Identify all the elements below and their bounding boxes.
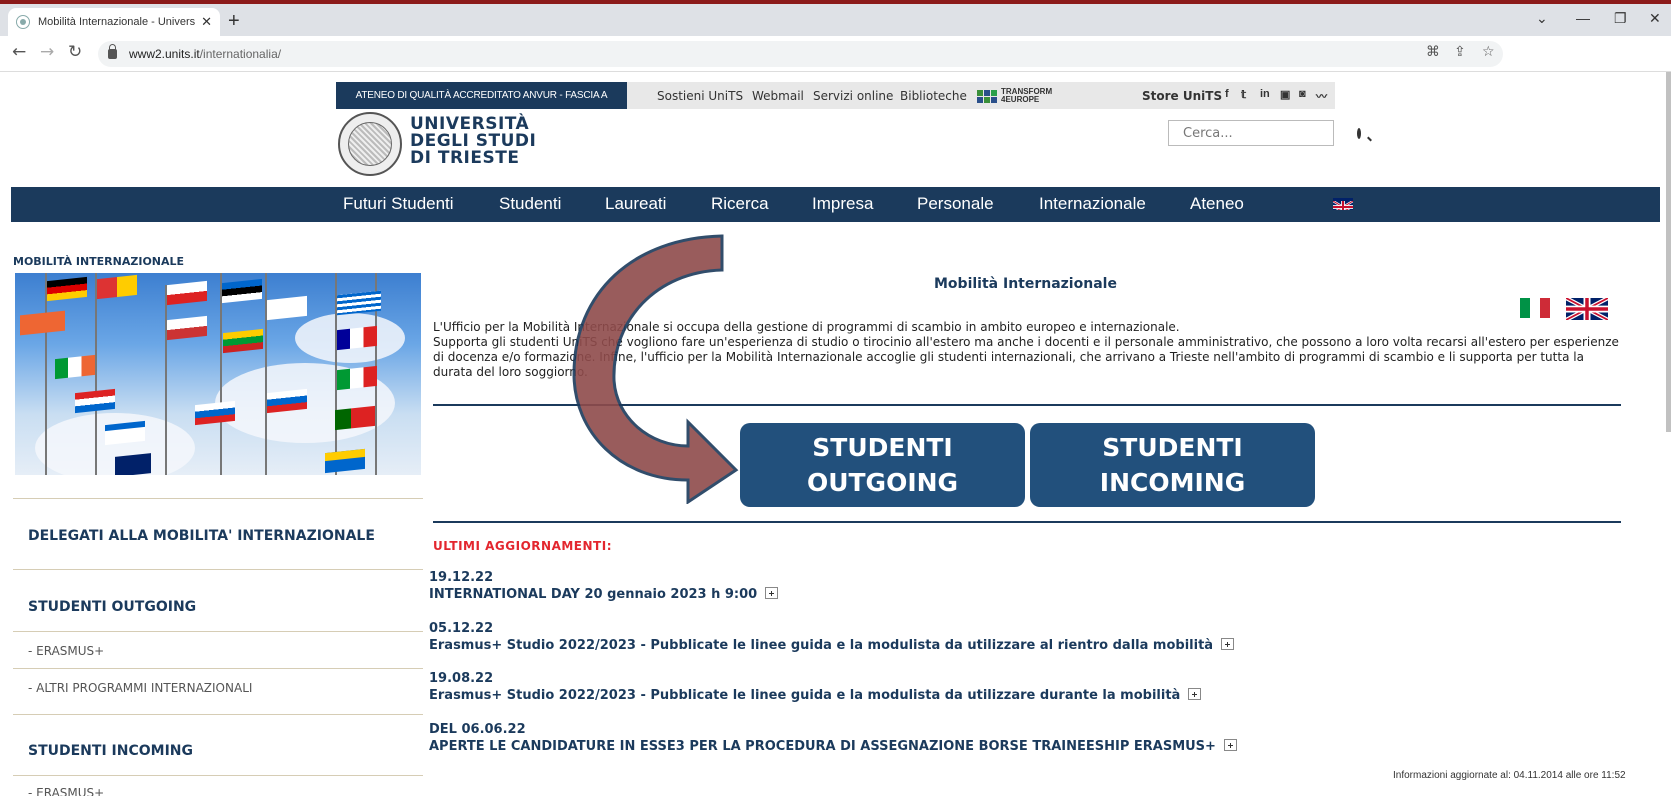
nav-personale[interactable]: Personale — [917, 194, 994, 214]
rss-icon[interactable]: 〰 — [1316, 88, 1327, 104]
back-icon[interactable]: ← — [12, 42, 26, 62]
address-bar-row: ← → ↻ www2.units.it/internationalia/ ⌘ ⇪… — [0, 36, 1671, 72]
linkedin-icon[interactable]: in — [1260, 88, 1270, 100]
sidebar-incoming-erasmus[interactable]: - ERASMUS+ — [28, 786, 104, 796]
expand-plus-icon[interactable] — [1188, 688, 1202, 700]
transform4europe-squares-icon — [977, 89, 997, 103]
share-icon[interactable]: ⇪ — [1454, 44, 1466, 60]
news-date: 05.12.22 — [429, 621, 494, 636]
news-item[interactable]: INTERNATIONAL DAY 20 gennaio 2023 h 9:00 — [429, 587, 779, 602]
search-box[interactable] — [1168, 120, 1361, 146]
youtube-icon[interactable]: ▣ — [1280, 88, 1290, 101]
news-item[interactable]: Erasmus+ Studio 2022/2023 - Pubblicate l… — [429, 688, 1202, 703]
anvur-badge[interactable]: ATENEO DI QUALITÀ ACCREDITATO ANVUR - FA… — [336, 82, 627, 109]
news-date: 19.12.22 — [429, 570, 494, 585]
content-divider — [433, 521, 1621, 523]
close-window-icon[interactable]: ✕ — [1649, 10, 1661, 27]
facebook-icon[interactable]: f — [1225, 88, 1229, 100]
sidebar-divider — [13, 775, 423, 776]
main-navigation: Futuri Studenti Studenti Laureati Ricerc… — [11, 187, 1660, 222]
sidebar-divider — [13, 714, 423, 715]
restore-icon[interactable]: ❐ — [1614, 10, 1627, 27]
curved-arrow-icon — [572, 234, 739, 504]
english-flag-icon[interactable] — [1566, 298, 1608, 320]
news-date: 19.08.22 — [429, 671, 494, 686]
studenti-incoming-button[interactable]: STUDENTI INCOMING — [1030, 423, 1315, 507]
expand-plus-icon[interactable] — [1223, 739, 1237, 751]
tab-search-chevron-icon[interactable]: ⌄ — [1536, 10, 1548, 27]
last-updated-info: Informazioni aggiornate al: 04.11.2014 a… — [1393, 770, 1626, 781]
transform4europe-logo[interactable]: TRANSFORM 4EUROPE — [977, 88, 1052, 104]
nav-ricerca[interactable]: Ricerca — [711, 194, 769, 214]
university-name[interactable]: UNIVERSITÀ DEGLI STUDI DI TRIESTE — [410, 116, 536, 167]
updates-heading: ULTIMI AGGIORNAMENTI: — [433, 539, 612, 553]
expand-plus-icon[interactable] — [765, 587, 779, 599]
uk-flag-icon[interactable] — [1333, 198, 1353, 210]
page-scrollbar[interactable] — [1666, 72, 1671, 432]
sidebar-outgoing-erasmus[interactable]: - ERASMUS+ — [28, 644, 104, 658]
news-item[interactable]: APERTE LE CANDIDATURE IN ESSE3 PER LA PR… — [429, 739, 1237, 754]
close-tab-icon[interactable]: ✕ — [201, 15, 212, 30]
transform-line2: 4EUROPE — [1001, 95, 1040, 104]
address-bar[interactable]: www2.units.it/internationalia/ — [98, 41, 1503, 67]
sidebar-divider — [13, 668, 423, 669]
search-icon[interactable] — [1357, 127, 1361, 139]
tab-bar: Mobilità Internazionale - Univers ✕ + ⌄ … — [0, 4, 1671, 36]
expand-plus-icon[interactable] — [1221, 638, 1235, 650]
link-webmail[interactable]: Webmail — [752, 89, 804, 103]
sidebar-divider — [13, 569, 423, 570]
sidebar-divider — [13, 498, 423, 499]
sidebar-outgoing-altri[interactable]: - ALTRI PROGRAMMI INTERNAZIONALI — [28, 681, 252, 695]
bookmark-star-icon[interactable]: ☆ — [1482, 44, 1495, 60]
utility-bar: ATENEO DI QUALITÀ ACCREDITATO ANVUR - FA… — [336, 82, 1335, 109]
nav-internazionale[interactable]: Internazionale — [1039, 194, 1146, 214]
twitter-icon[interactable]: 𝕥 — [1241, 88, 1246, 101]
eu-flags-image — [15, 273, 421, 475]
studenti-outgoing-button[interactable]: STUDENTI OUTGOING — [740, 423, 1025, 507]
nav-ateneo[interactable]: Ateneo — [1190, 194, 1244, 214]
translate-icon[interactable]: ⌘ — [1426, 44, 1440, 60]
link-biblioteche[interactable]: Biblioteche — [900, 89, 967, 103]
site-favicon-icon — [16, 15, 30, 29]
forward-icon[interactable]: → — [40, 42, 54, 62]
search-input[interactable] — [1183, 125, 1353, 141]
nav-impresa[interactable]: Impresa — [812, 194, 873, 214]
page-title: Mobilità Internazionale — [934, 276, 1117, 292]
link-store[interactable]: Store UniTS — [1142, 89, 1222, 103]
minimize-icon[interactable]: — — [1576, 10, 1590, 26]
news-date: DEL 06.06.22 — [429, 722, 526, 737]
lock-icon[interactable] — [108, 44, 117, 59]
browser-tab[interactable]: Mobilità Internazionale - Univers ✕ — [8, 8, 220, 36]
sidebar-incoming[interactable]: STUDENTI INCOMING — [28, 743, 193, 759]
tab-title: Mobilità Internazionale - Univers — [38, 16, 196, 28]
sidebar-outgoing[interactable]: STUDENTI OUTGOING — [28, 599, 196, 615]
new-tab-icon[interactable]: + — [228, 10, 240, 33]
sidebar-delegati[interactable]: DELEGATI ALLA MOBILITA' INTERNAZIONALE — [28, 528, 375, 544]
nav-studenti[interactable]: Studenti — [499, 194, 561, 214]
sidebar-divider — [13, 631, 423, 632]
nav-laureati[interactable]: Laureati — [605, 194, 666, 214]
url-text: www2.units.it/internationalia/ — [129, 47, 282, 61]
reload-icon[interactable]: ↻ — [68, 42, 82, 62]
link-servizi-online[interactable]: Servizi online — [813, 89, 893, 103]
nav-futuri-studenti[interactable]: Futuri Studenti — [343, 194, 454, 214]
italian-flag-icon[interactable] — [1520, 298, 1550, 318]
sidebar-title: MOBILITÀ INTERNAZIONALE — [13, 255, 185, 268]
university-seal-icon[interactable] — [338, 112, 402, 176]
link-sostieni[interactable]: Sostieni UniTS — [657, 89, 743, 103]
instagram-icon[interactable]: ◙ — [1299, 88, 1306, 100]
news-item[interactable]: Erasmus+ Studio 2022/2023 - Pubblicate l… — [429, 638, 1235, 653]
